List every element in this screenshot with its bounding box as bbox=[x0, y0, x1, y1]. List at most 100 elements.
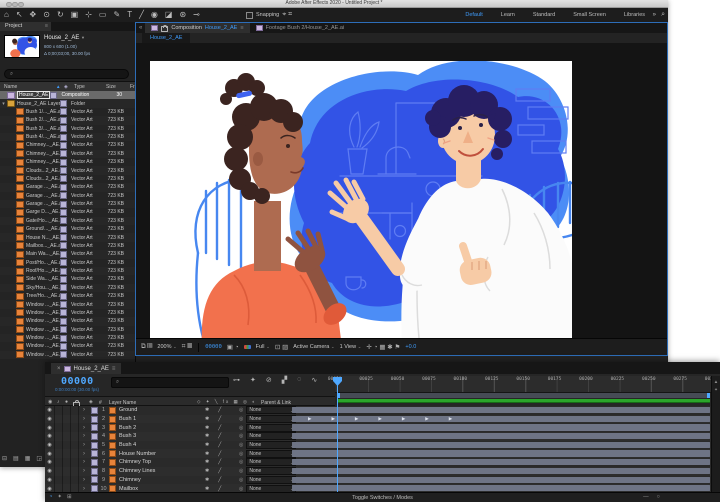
expander-icon[interactable]: › bbox=[79, 406, 89, 415]
tool-icon[interactable]: T bbox=[127, 8, 132, 22]
parent-dropdown[interactable]: None ⌄ bbox=[246, 441, 296, 449]
layer-row[interactable]: ◉ › 8 Chimney Lines ✱╱ ◎ None ⌄ bbox=[45, 467, 712, 476]
zoom-out-icon[interactable]: — bbox=[643, 494, 649, 500]
parent-dropdown[interactable]: None ⌄ bbox=[246, 476, 296, 484]
project-row[interactable]: Window ..._AE.ai Vector Art 723 KB bbox=[0, 334, 135, 342]
layer-row[interactable]: ◉ › 4 Bush 3 ✱╱ ◎ None ⌄ bbox=[45, 432, 712, 441]
lock-cell[interactable] bbox=[71, 432, 79, 441]
solo-column-icon[interactable]: ● bbox=[65, 399, 68, 405]
work-area-bar[interactable] bbox=[337, 393, 710, 398]
layer-switches[interactable]: ✱╱ bbox=[201, 449, 235, 458]
eye-icon[interactable]: ◉ bbox=[45, 432, 55, 441]
collapse-panel-icon[interactable]: « bbox=[136, 25, 145, 31]
label-color-swatch[interactable] bbox=[89, 415, 99, 424]
label-color-swatch[interactable] bbox=[89, 441, 99, 450]
label-color-swatch[interactable] bbox=[89, 458, 99, 467]
label-color-swatch[interactable] bbox=[60, 242, 67, 249]
expander-icon[interactable]: › bbox=[79, 423, 89, 432]
pickwhip-icon[interactable]: ◎ bbox=[239, 468, 243, 474]
label-color-swatch[interactable] bbox=[60, 209, 67, 216]
panel-menu-icon[interactable]: ≡ bbox=[45, 22, 48, 31]
expander-icon[interactable]: › bbox=[79, 415, 89, 424]
layer-row[interactable]: ◉ › 7 Chimney Top ✱╱ ◎ None ⌄ bbox=[45, 458, 712, 467]
close-icon[interactable]: × bbox=[57, 366, 61, 372]
switches-column-icons[interactable]: ◇ ✦ ╲ fx ▦ ◎ ◐ bbox=[197, 399, 257, 405]
scroll-up-icon[interactable]: ▲ bbox=[712, 379, 720, 384]
tab-footage[interactable]: Footage Bush 2/House_2_AE.ai bbox=[250, 23, 351, 33]
collapse-transform-icon[interactable]: ✱ bbox=[205, 459, 209, 465]
solo-cell[interactable] bbox=[63, 476, 71, 485]
quality-icon[interactable]: ╱ bbox=[218, 433, 221, 439]
column-type[interactable]: Type bbox=[74, 84, 106, 90]
label-color-swatch[interactable] bbox=[60, 351, 67, 358]
project-row[interactable]: Window ..._AE.ai Vector Art 723 KB bbox=[0, 300, 135, 308]
quality-icon[interactable]: ╱ bbox=[218, 486, 221, 492]
parent-dropdown[interactable]: None ⌄ bbox=[246, 432, 296, 440]
exposure-value[interactable]: +0.0 bbox=[405, 344, 416, 350]
label-color-swatch[interactable] bbox=[60, 335, 67, 342]
grid-guides-icon[interactable]: ⌗ ▦ bbox=[182, 343, 192, 351]
project-row[interactable]: Bush 2/..._AE.ai Vector Art 723 KB bbox=[0, 116, 135, 124]
layer-duration-bar[interactable] bbox=[292, 485, 710, 491]
lock-cell[interactable] bbox=[71, 458, 79, 467]
layer-name[interactable]: Chimney Top bbox=[117, 458, 201, 467]
timeline-panel-icon[interactable]: ∿ bbox=[311, 376, 317, 384]
parent-dropdown[interactable]: None ⌄ bbox=[246, 406, 296, 414]
label-color-swatch[interactable] bbox=[60, 309, 67, 316]
timeline-panel-icon[interactable]: ▞ bbox=[282, 376, 287, 384]
project-row[interactable]: Gate/Ho..._AE.ai Vector Art 723 KB bbox=[0, 217, 135, 225]
composition-thumbnail[interactable] bbox=[4, 35, 40, 58]
eye-icon[interactable]: ◉ bbox=[45, 458, 55, 467]
audio-cell[interactable] bbox=[55, 476, 63, 485]
expander-icon[interactable]: › bbox=[79, 449, 89, 458]
label-color-swatch[interactable] bbox=[60, 192, 67, 199]
layer-name[interactable]: Bush 3 bbox=[117, 432, 201, 441]
project-row[interactable]: Tree/Ho..._AE.ai Vector Art 723 KB bbox=[0, 292, 135, 300]
label-color-swatch[interactable] bbox=[60, 326, 67, 333]
solo-cell[interactable] bbox=[63, 441, 71, 450]
layer-duration-bar[interactable] bbox=[292, 433, 710, 439]
quality-icon[interactable]: ╱ bbox=[218, 468, 221, 474]
label-color-swatch[interactable] bbox=[60, 226, 67, 233]
snapshot-icon[interactable]: ▣ ◔ bbox=[227, 343, 239, 351]
viewer-timecode[interactable]: 00000 bbox=[205, 344, 222, 350]
audio-cell[interactable] bbox=[55, 423, 63, 432]
tool-icon[interactable]: ▭ bbox=[99, 8, 107, 22]
tool-icon[interactable]: ◉ bbox=[151, 8, 158, 22]
parent-dropdown[interactable]: None ⌄ bbox=[246, 424, 296, 432]
audio-cell[interactable] bbox=[55, 432, 63, 441]
tool-icon[interactable]: ◪ bbox=[165, 8, 173, 22]
solo-cell[interactable] bbox=[63, 432, 71, 441]
eye-icon[interactable]: ◉ bbox=[45, 467, 55, 476]
timeline-zoom-control[interactable]: — ○ bbox=[643, 494, 660, 500]
timeline-panel-icon[interactable]: ⊶ bbox=[233, 376, 240, 384]
layer-switches[interactable]: ✱╱ bbox=[201, 441, 235, 450]
project-row[interactable]: Side Wa..._AE.ai Vector Art 723 KB bbox=[0, 275, 135, 283]
project-row[interactable]: Clouds...2_AE.ai Vector Art 723 KB bbox=[0, 175, 135, 183]
tab-composition[interactable]: Composition House_2_AE ≡ bbox=[145, 23, 249, 33]
parent-dropdown[interactable]: None ⌄ bbox=[246, 458, 296, 466]
expander-icon[interactable]: › bbox=[79, 467, 89, 476]
collapse-transform-icon[interactable]: ✱ bbox=[205, 425, 209, 431]
layer-switches[interactable]: ✱╱ bbox=[201, 458, 235, 467]
solo-cell[interactable] bbox=[63, 467, 71, 476]
solo-cell[interactable] bbox=[63, 423, 71, 432]
panel-menu-icon[interactable]: ≡ bbox=[112, 366, 116, 372]
solo-cell[interactable] bbox=[63, 406, 71, 415]
collapse-transform-icon[interactable]: ✱ bbox=[205, 416, 209, 422]
lock-cell[interactable] bbox=[71, 449, 79, 458]
label-color-swatch[interactable] bbox=[60, 159, 67, 166]
layer-duration-bar[interactable] bbox=[292, 477, 710, 483]
workspace-tab[interactable]: Learn bbox=[492, 12, 524, 18]
project-footer-icon[interactable]: ▦ bbox=[25, 455, 31, 462]
project-footer-icon[interactable]: ▤ bbox=[13, 455, 19, 462]
collapse-transform-icon[interactable]: ✱ bbox=[205, 442, 209, 448]
label-color-swatch[interactable] bbox=[60, 276, 67, 283]
lock-cell[interactable] bbox=[71, 415, 79, 424]
label-color-swatch[interactable] bbox=[60, 108, 67, 115]
layer-row[interactable]: ◉ › 5 Bush 4 ✱╱ ◎ None ⌄ bbox=[45, 441, 712, 450]
expander-icon[interactable]: › bbox=[79, 441, 89, 450]
project-row[interactable]: Clouds...2_AE.ai Vector Art 723 KB bbox=[0, 166, 135, 174]
label-color-swatch[interactable] bbox=[60, 184, 67, 191]
magnification-dropdown[interactable]: 200% ⌄ bbox=[157, 344, 176, 350]
